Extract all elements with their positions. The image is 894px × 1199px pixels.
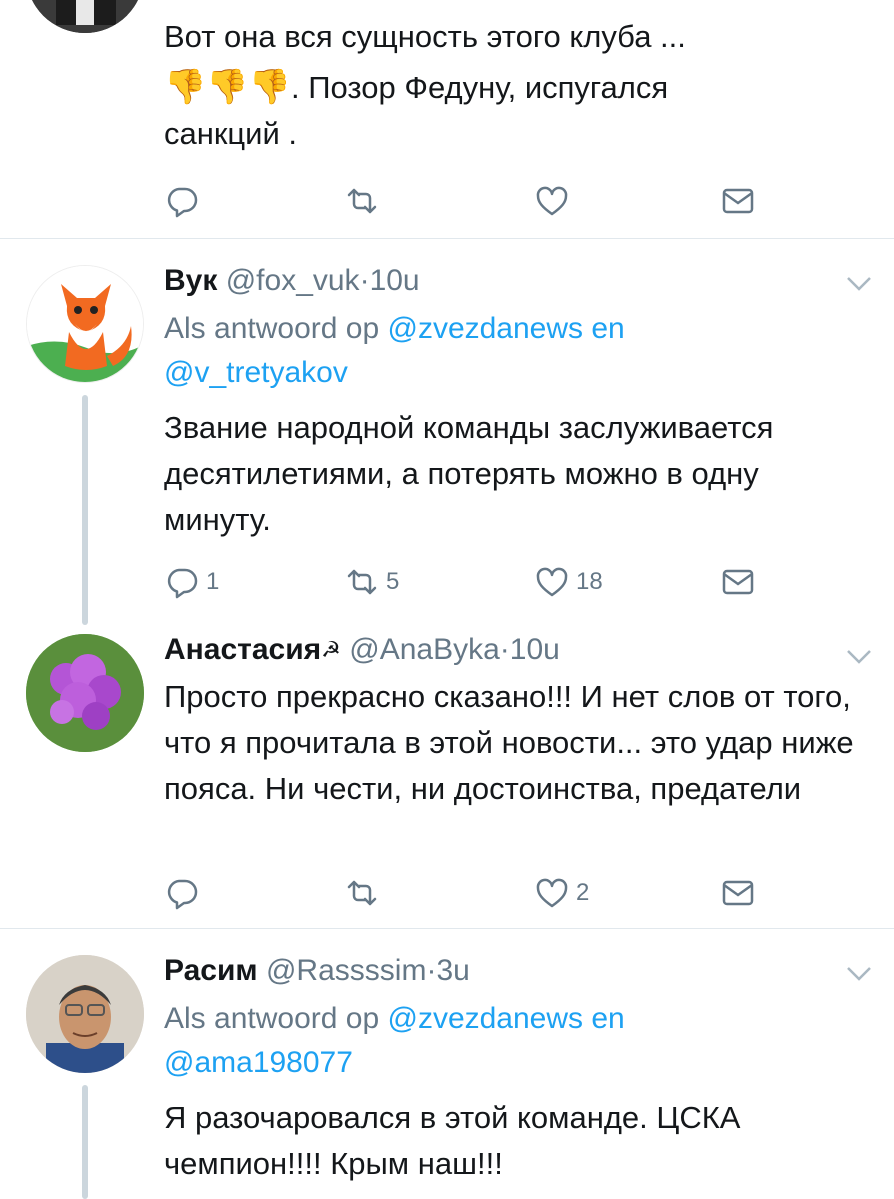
timestamp[interactable]: 10u	[510, 633, 560, 666]
hammer-sickle-symbol: ☭	[321, 637, 341, 662]
retweet-icon	[347, 569, 377, 595]
reply-conjunction: en	[591, 1002, 625, 1035]
envelope-icon	[722, 188, 754, 214]
reply-icon	[167, 568, 198, 599]
reply-context: Als antwoord op @zvezdanews en @ama19807…	[164, 997, 864, 1085]
reply-button[interactable]	[164, 873, 206, 913]
tweet[interactable]: Расим @Rassssim·3u Als antwoord op @zvez…	[0, 929, 894, 1199]
reply-button[interactable]: 1	[164, 562, 219, 602]
tweet-text: Просто прекрасно сказано!!! И нет слов о…	[164, 679, 854, 806]
tweet-text-line: 👎👎👎. Позор Федуну, испугался	[164, 64, 864, 111]
tweet[interactable]: Вот она вся сущность этого клуба ... 👎👎👎…	[0, 0, 894, 238]
reply-prefix: Als antwoord op	[164, 1002, 380, 1035]
reply-conjunction: en	[591, 312, 625, 345]
heart-icon	[536, 567, 568, 597]
mention-link[interactable]: @ama198077	[164, 1046, 353, 1079]
avatar[interactable]	[26, 955, 144, 1073]
tweet-text-line: Вот она вся сущность этого клуба ...	[164, 19, 686, 54]
avatar[interactable]	[26, 0, 144, 33]
tweet[interactable]: Вук @fox_vuk·10u Als antwoord op @zvezda…	[0, 239, 894, 625]
user-handle[interactable]: @AnaByka	[349, 633, 500, 666]
mention-link[interactable]: @zvezdanews	[387, 312, 583, 345]
like-count: 2	[576, 879, 590, 906]
separator-dot: ·	[359, 264, 370, 297]
like-button[interactable]: 18	[534, 562, 603, 602]
reply-icon	[167, 187, 198, 218]
tweet-text-fragment: . Позор Федуну, испугался	[291, 70, 669, 105]
tweet-header: Анастасия☭ @AnaByka·10u	[164, 630, 864, 670]
reply-prefix: Als antwoord op	[164, 312, 380, 345]
user-handle[interactable]: @fox_vuk	[226, 264, 360, 297]
retweet-button[interactable]	[344, 873, 386, 913]
like-button[interactable]: 2	[534, 873, 589, 913]
like-button[interactable]	[534, 181, 576, 221]
dm-button[interactable]	[720, 562, 756, 602]
mention-link[interactable]: @v_tretyakov	[164, 356, 348, 389]
envelope-icon	[722, 569, 754, 595]
heart-icon	[536, 878, 568, 908]
user-name[interactable]: Расим	[164, 954, 258, 987]
thread-line	[82, 395, 88, 625]
separator-dot: ·	[499, 633, 510, 666]
retweet-button[interactable]	[344, 181, 386, 221]
tweet-text: Вот она вся сущность этого клуба ... 👎👎👎…	[164, 14, 864, 157]
retweet-icon	[347, 188, 377, 214]
avatar[interactable]	[26, 265, 144, 383]
avatar[interactable]	[26, 634, 144, 752]
timestamp[interactable]: 3u	[436, 954, 469, 987]
reply-context: Als antwoord op @zvezdanews en @v_tretya…	[164, 307, 864, 395]
separator-dot: ·	[426, 954, 437, 987]
dm-button[interactable]	[720, 181, 756, 221]
user-handle[interactable]: @Rassssim	[266, 954, 426, 987]
retweet-count: 5	[386, 568, 400, 595]
reply-count: 1	[206, 568, 220, 595]
user-name[interactable]: Вук	[164, 264, 217, 297]
tweet-text: Я разочаровался в этой команде. ЦСКА чем…	[164, 1100, 741, 1181]
tweet[interactable]: Анастасия☭ @AnaByka·10u Просто прекрасно…	[0, 624, 894, 928]
retweet-icon	[347, 880, 377, 906]
tweet-header: Расим @Rassssim·3u	[164, 951, 864, 991]
heart-icon	[536, 186, 568, 216]
reply-icon	[167, 879, 198, 910]
envelope-icon	[722, 880, 754, 906]
reply-button[interactable]	[164, 181, 206, 221]
mention-link[interactable]: @zvezdanews	[387, 1002, 583, 1035]
tweet-text: Звание народной команды заслуживается де…	[164, 410, 774, 537]
user-name[interactable]: Анастасия	[164, 633, 321, 666]
timestamp[interactable]: 10u	[370, 264, 420, 297]
thumbs-down-emoji: 👎👎👎	[164, 68, 292, 106]
tweet-text-line: санкций .	[164, 116, 298, 151]
like-count: 18	[576, 568, 603, 595]
retweet-button[interactable]: 5	[344, 562, 399, 602]
dm-button[interactable]	[720, 873, 756, 913]
tweet-header: Вук @fox_vuk·10u	[164, 261, 864, 301]
thread-line	[82, 1085, 88, 1199]
